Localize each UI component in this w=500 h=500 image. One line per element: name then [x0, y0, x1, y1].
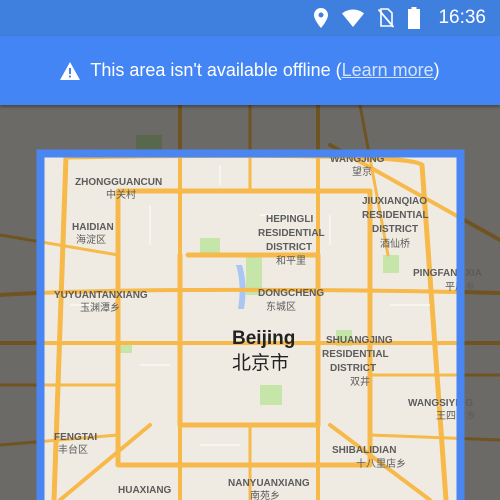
label-pingfang-en: PINGFANGXIA — [413, 268, 482, 279]
label-wangjing-cn: 望京 — [352, 165, 372, 178]
map-view[interactable]: ZHONGGUANCUN 中关村 HAIDIAN 海淀区 YUYUANTANXI… — [0, 105, 500, 500]
label-shibalidian-en: SHIBALIDIAN — [332, 445, 396, 456]
label-shuangjing-cn: 双井 — [350, 375, 370, 388]
banner-suffix: ) — [433, 60, 440, 80]
city-label-en: Beijing — [232, 328, 295, 349]
learn-more-link[interactable]: Learn more — [342, 60, 434, 81]
label-yuyuantanxiang-en: YUYUANTANXIANG — [54, 290, 148, 301]
label-jiuxianqiao-en2: RESIDENTIAL — [362, 210, 429, 221]
offline-banner: This area isn't available offline (Learn… — [0, 36, 500, 105]
label-jiuxianqiao-en3: DISTRICT — [372, 224, 418, 235]
label-huaxiang-en: HUAXIANG — [118, 485, 172, 496]
label-fengtai-cn: 丰台区 — [58, 443, 88, 456]
label-nanyuan-en: NANYUANXIANG — [228, 478, 310, 489]
clock: 16:36 — [438, 7, 486, 28]
status-bar: 16:36 — [0, 0, 500, 36]
location-pin-icon — [314, 8, 329, 28]
label-yuyuantanxiang-cn: 玉渊潭乡 — [80, 302, 120, 314]
label-hepingli-en3: DISTRICT — [266, 242, 312, 253]
label-hepingli-cn: 和平里 — [276, 255, 306, 267]
wifi-icon — [342, 9, 365, 27]
label-dongcheng-en: DONGCHENG — [258, 288, 324, 299]
label-hepingli-en2: RESIDENTIAL — [258, 228, 325, 239]
label-jiuxianqiao-en: JIUXIANQIAO — [362, 196, 427, 207]
no-sim-icon — [378, 8, 395, 28]
label-zhongguancun-en: ZHONGGUANCUN — [75, 177, 162, 188]
label-fengtai-en: FENGTAI — [54, 432, 97, 443]
label-shibalidian-cn: 十八里店乡 — [356, 457, 406, 470]
label-haidian-cn: 海淀区 — [76, 233, 106, 246]
label-zhongguancun-cn: 中关村 — [106, 188, 136, 201]
label-jiuxianqiao-cn: 酒仙桥 — [380, 237, 410, 250]
label-hepingli-en: HEPINGLI — [266, 214, 313, 225]
label-nanyuan-cn: 南苑乡 — [250, 489, 280, 500]
city-label-cn: 北京市 — [232, 352, 289, 374]
label-wangsi-cn: 王四营乡 — [436, 409, 476, 422]
battery-icon — [408, 7, 421, 29]
warning-icon — [60, 61, 81, 80]
label-shuangjing-en3: DISTRICT — [330, 363, 376, 374]
label-dongcheng-cn: 东城区 — [266, 300, 296, 313]
label-shuangjing-en2: RESIDENTIAL — [322, 349, 389, 360]
label-haidian-en: HAIDIAN — [72, 222, 114, 233]
banner-message: This area isn't available offline ( — [90, 60, 342, 80]
label-shuangjing-en: SHUANGJING — [326, 335, 393, 346]
